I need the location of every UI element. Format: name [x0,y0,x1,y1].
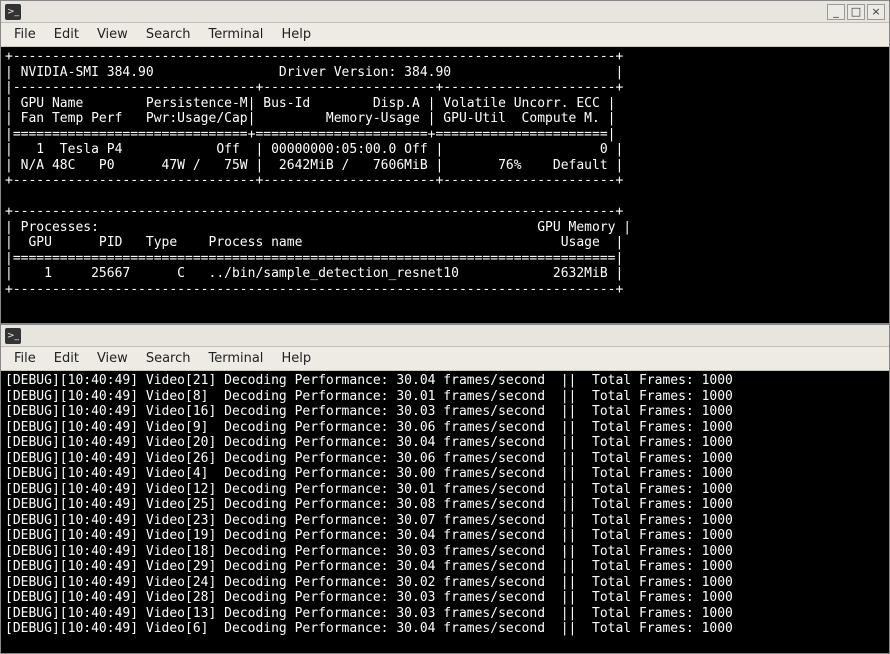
menubar-2: File Edit View Search Terminal Help [1,347,889,371]
menu-help[interactable]: Help [272,24,320,45]
menu-file[interactable]: File [5,24,45,45]
terminal-output-debug[interactable]: [DEBUG][10:40:49] Video[21] Decoding Per… [1,371,889,653]
terminal-icon: >_ [5,328,21,344]
menu-help[interactable]: Help [272,348,320,369]
titlebar-1: >_ _ □ × [1,1,889,23]
menu-view[interactable]: View [88,348,137,369]
menu-edit[interactable]: Edit [45,24,88,45]
menu-search[interactable]: Search [137,348,200,369]
minimize-button[interactable]: _ [827,4,845,20]
terminal-icon: >_ [5,4,21,20]
menu-terminal[interactable]: Terminal [199,24,272,45]
terminal-output-nvidiasmi[interactable]: +---------------------------------------… [1,47,889,323]
titlebar-2: >_ [1,325,889,347]
menu-file[interactable]: File [5,348,45,369]
maximize-button[interactable]: □ [847,4,865,20]
menubar-1: File Edit View Search Terminal Help [1,23,889,47]
close-button[interactable]: × [867,4,885,20]
menu-terminal[interactable]: Terminal [199,348,272,369]
menu-view[interactable]: View [88,24,137,45]
menu-edit[interactable]: Edit [45,348,88,369]
menu-search[interactable]: Search [137,24,200,45]
